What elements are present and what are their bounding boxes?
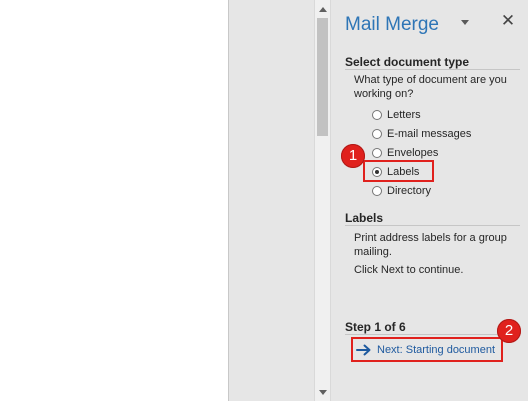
document-page[interactable] [0, 0, 229, 401]
mail-merge-pane: Mail Merge ✕ Select document type What t… [331, 0, 528, 401]
radio-button[interactable] [372, 129, 382, 139]
radio-email-messages[interactable]: E-mail messages [372, 126, 471, 142]
radio-directory[interactable]: Directory [372, 183, 431, 199]
radio-button[interactable] [372, 148, 382, 158]
document-area[interactable] [0, 0, 314, 401]
next-link-label: Next: Starting document [377, 343, 496, 356]
pane-title: Mail Merge [345, 14, 439, 35]
labels-heading: Labels [345, 211, 384, 225]
scrollbar-thumb[interactable] [317, 18, 328, 136]
select-document-type-heading: Select document type [345, 55, 470, 69]
callout-badge-1: 1 [341, 144, 365, 168]
divider [345, 334, 520, 335]
radio-label: Directory [387, 185, 432, 197]
radio-button[interactable] [372, 110, 382, 120]
vertical-scrollbar[interactable] [314, 0, 331, 401]
radio-letters[interactable]: Letters [372, 107, 421, 123]
radio-label: E-mail messages [387, 128, 472, 140]
document-type-question: What type of document are you working on… [354, 74, 507, 100]
labels-description: Print address labels for a group mailing… [354, 232, 507, 258]
continue-instruction: Click Next to continue. [354, 264, 464, 276]
arrow-right-icon [356, 344, 372, 356]
chevron-down-icon [318, 389, 327, 395]
callout-badge-2: 2 [497, 319, 521, 343]
next-starting-document-link[interactable]: Next: Starting document [351, 337, 503, 362]
chevron-up-icon [318, 6, 327, 12]
scroll-down-button[interactable] [316, 384, 329, 400]
step-indicator: Step 1 of 6 [345, 320, 406, 334]
radio-envelopes[interactable]: Envelopes [372, 145, 438, 161]
divider [345, 225, 520, 226]
scroll-up-button[interactable] [316, 1, 329, 17]
radio-label: Letters [387, 109, 421, 121]
pane-options-dropdown-icon[interactable] [461, 20, 469, 25]
close-icon[interactable]: ✕ [500, 12, 516, 29]
radio-button[interactable] [372, 186, 382, 196]
radio-label: Envelopes [387, 147, 439, 159]
labels-highlight-box [363, 160, 434, 182]
divider [345, 69, 520, 70]
